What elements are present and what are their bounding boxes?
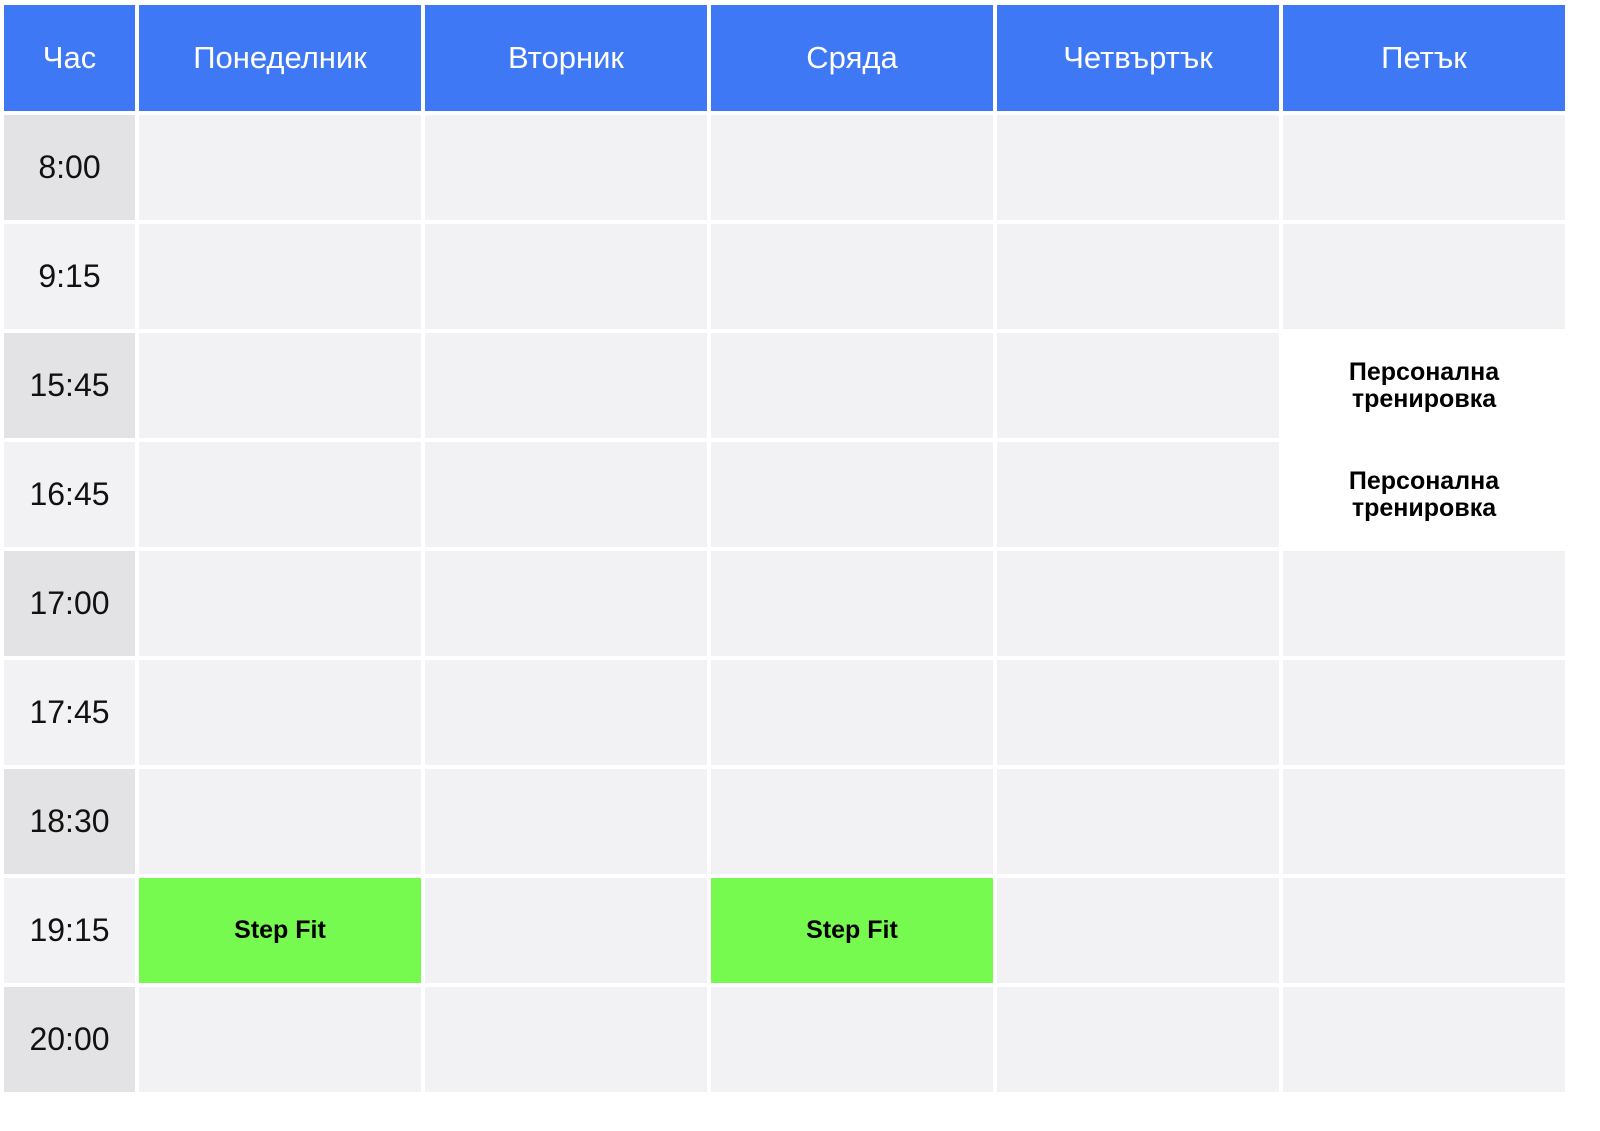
schedule-table: Час Понеделник Вторник Сряда Четвъртък П…	[4, 5, 1565, 1092]
schedule-cell	[139, 333, 421, 438]
schedule-cell	[425, 551, 707, 656]
time-cell: 17:45	[4, 660, 135, 765]
schedule-cell	[711, 551, 993, 656]
schedule-cell	[425, 333, 707, 438]
time-cell: 9:15	[4, 224, 135, 329]
schedule-cell	[997, 333, 1279, 438]
schedule-cell	[711, 115, 993, 220]
schedule-cell	[425, 769, 707, 874]
schedule-cell	[425, 878, 707, 983]
header-monday: Понеделник	[139, 5, 421, 111]
time-cell: 8:00	[4, 115, 135, 220]
schedule-cell	[997, 769, 1279, 874]
schedule-cell	[997, 224, 1279, 329]
time-cell: 19:15	[4, 878, 135, 983]
schedule-cell	[1283, 987, 1565, 1092]
schedule-cell	[425, 224, 707, 329]
schedule-cell	[1283, 224, 1565, 329]
schedule-cell	[139, 442, 421, 547]
schedule-cell	[997, 551, 1279, 656]
schedule-cell	[997, 115, 1279, 220]
schedule-cell	[711, 660, 993, 765]
schedule-cell	[425, 660, 707, 765]
schedule-cell	[139, 769, 421, 874]
schedule-cell	[1283, 660, 1565, 765]
schedule-cell	[139, 660, 421, 765]
header-thursday: Четвъртък	[997, 5, 1279, 111]
time-cell: 18:30	[4, 769, 135, 874]
schedule-cell	[1283, 115, 1565, 220]
time-cell: 16:45	[4, 442, 135, 547]
header-friday: Петък	[1283, 5, 1565, 111]
event-step-fit[interactable]: Step Fit	[711, 878, 993, 983]
schedule-cell	[139, 551, 421, 656]
schedule-cell	[1283, 878, 1565, 983]
header-time: Час	[4, 5, 135, 111]
header-tuesday: Вторник	[425, 5, 707, 111]
schedule-cell	[711, 224, 993, 329]
schedule-cell	[711, 442, 993, 547]
schedule-cell	[711, 333, 993, 438]
event-personal-training[interactable]: Персонална тренировка	[1283, 333, 1565, 438]
schedule-cell	[139, 115, 421, 220]
schedule-cell	[1283, 769, 1565, 874]
schedule-cell	[997, 442, 1279, 547]
schedule-cell	[711, 769, 993, 874]
schedule-cell	[425, 987, 707, 1092]
time-cell: 17:00	[4, 551, 135, 656]
time-cell: 20:00	[4, 987, 135, 1092]
header-wednesday: Сряда	[711, 5, 993, 111]
schedule-cell	[1283, 551, 1565, 656]
event-personal-training[interactable]: Персонална тренировка	[1283, 442, 1565, 547]
event-step-fit[interactable]: Step Fit	[139, 878, 421, 983]
time-cell: 15:45	[4, 333, 135, 438]
schedule-cell	[997, 878, 1279, 983]
schedule-cell	[997, 987, 1279, 1092]
schedule-cell	[997, 660, 1279, 765]
schedule-cell	[139, 987, 421, 1092]
schedule-cell	[139, 224, 421, 329]
schedule-cell	[425, 115, 707, 220]
schedule-cell	[711, 987, 993, 1092]
schedule-cell	[425, 442, 707, 547]
